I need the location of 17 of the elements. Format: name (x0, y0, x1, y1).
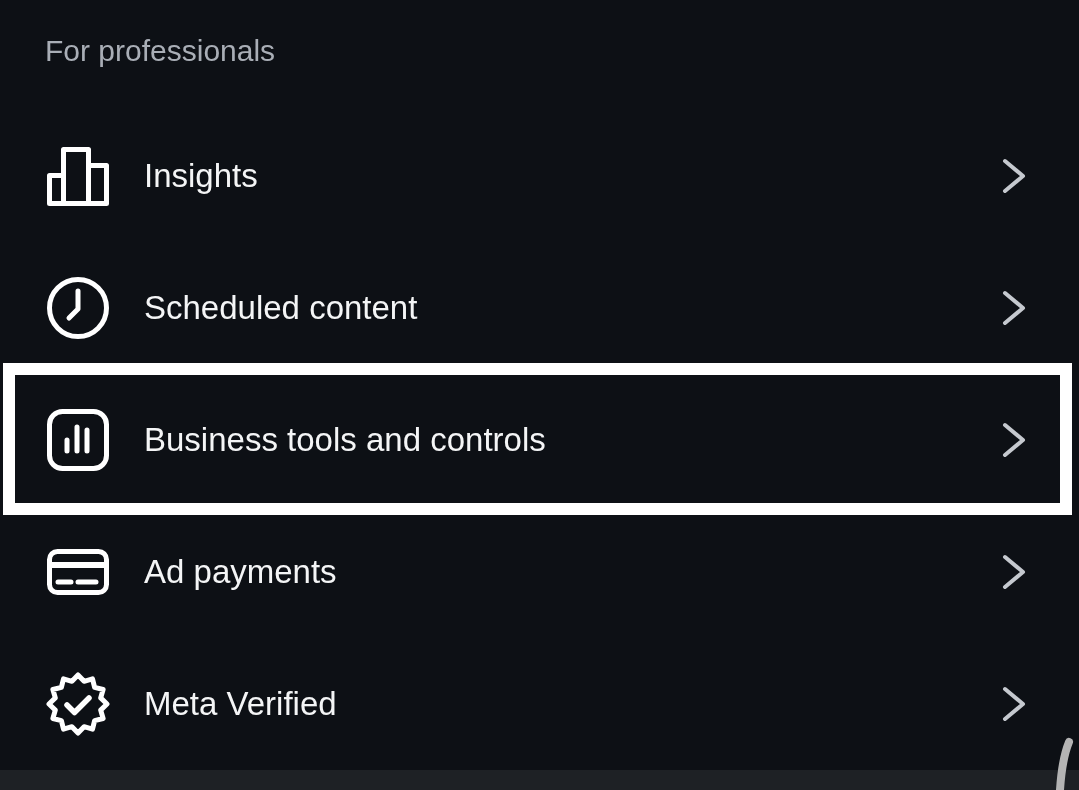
menu-item[interactable]: Scheduled content (0, 242, 1079, 374)
chevron-right-icon (1002, 422, 1026, 458)
credit-card-icon (47, 549, 109, 595)
verified-badge-icon (46, 672, 110, 736)
menu-item[interactable]: Ad payments (0, 506, 1079, 638)
chevron-right-icon (1002, 290, 1026, 326)
menu-item[interactable]: Meta Verified (0, 638, 1079, 770)
menu-item[interactable]: Insights (0, 110, 1079, 242)
chevron-right-icon (1002, 158, 1026, 194)
bar-chart-square-icon (47, 409, 109, 471)
section-title: For professionals (45, 34, 276, 69)
curved-stroke-icon (1053, 737, 1075, 790)
chevron-right-icon (1002, 554, 1026, 590)
chevron-right-icon (1002, 686, 1026, 722)
menu-item[interactable]: Business tools and controls (0, 374, 1079, 506)
bar-chart-icon (47, 146, 109, 206)
clock-icon (47, 277, 109, 339)
